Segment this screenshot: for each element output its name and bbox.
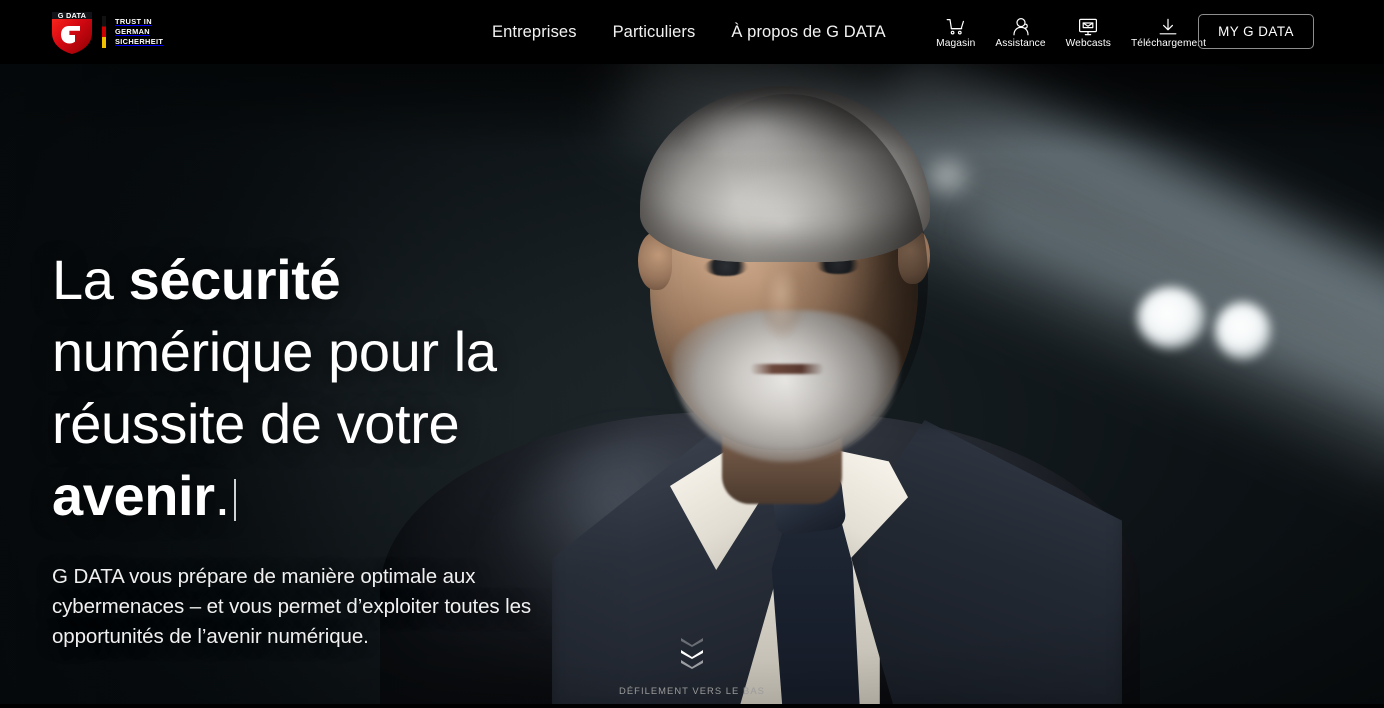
monitor-webcast-icon [1078,16,1098,36]
my-gdata-button[interactable]: MY G DATA [1198,14,1314,49]
page-root: G DATA TRUST IN GERMAN SICHERHEIT Entrep… [0,0,1384,708]
logo-link[interactable]: G DATA TRUST IN GERMAN SICHERHEIT [50,9,163,55]
hero-section: La sécurité numérique pour la réussite d… [0,64,1384,708]
logo-claim-line-3: SICHERHEIT [115,37,164,46]
hero-headline: La sécurité numérique pour la réussite d… [52,244,612,532]
utility-label-telechargement: Téléchargement [1130,37,1206,49]
svg-text:G DATA: G DATA [58,11,87,20]
utility-label-assistance: Assistance [995,37,1046,49]
german-flag-divider [102,16,106,48]
logo-claim-line-1: TRUST IN [115,17,152,26]
nav-item-particuliers[interactable]: Particuliers [613,23,696,42]
headline-part-1: La [52,248,129,311]
utility-navigation: Magasin Assistance Webcasts Téléchargeme… [926,0,1216,64]
nav-item-entreprises[interactable]: Entreprises [492,23,577,42]
download-icon [1158,16,1178,36]
utility-item-assistance[interactable]: Assistance [985,16,1055,49]
support-agent-icon [1011,16,1031,36]
logo-claim: TRUST IN GERMAN SICHERHEIT [115,17,163,47]
chevron-down-icon-middle [681,650,703,659]
utility-label-magasin: Magasin [936,37,976,49]
nav-item-a-propos[interactable]: À propos de G DATA [731,23,885,42]
headline-part-3: . [214,464,231,527]
headline-bold-avenir: avenir [52,464,215,527]
chevron-down-icon-top [681,638,703,647]
scroll-down-indicator[interactable]: DÉFILEMENT VERS LE BAS [0,638,1384,696]
typing-caret [233,479,236,521]
scroll-down-label: DÉFILEMENT VERS LE BAS [619,685,765,696]
hero-copy: La sécurité numérique pour la réussite d… [52,244,612,652]
utility-item-webcasts[interactable]: Webcasts [1056,16,1121,49]
main-navigation: Entreprises Particuliers À propos de G D… [492,0,886,64]
shopping-cart-icon [946,16,966,36]
site-header: G DATA TRUST IN GERMAN SICHERHEIT Entrep… [0,0,1384,64]
utility-item-magasin[interactable]: Magasin [926,16,985,49]
gdata-shield-icon: G DATA [50,9,94,55]
headline-bold-securite: sécurité [128,248,341,311]
chevron-down-icon-bottom [681,660,703,669]
headline-part-2: numérique pour la réussite de votre [52,320,497,455]
logo-claim-line-2: GERMAN [115,27,150,36]
utility-label-webcasts: Webcasts [1065,37,1111,49]
page-bottom-bar [0,704,1384,708]
